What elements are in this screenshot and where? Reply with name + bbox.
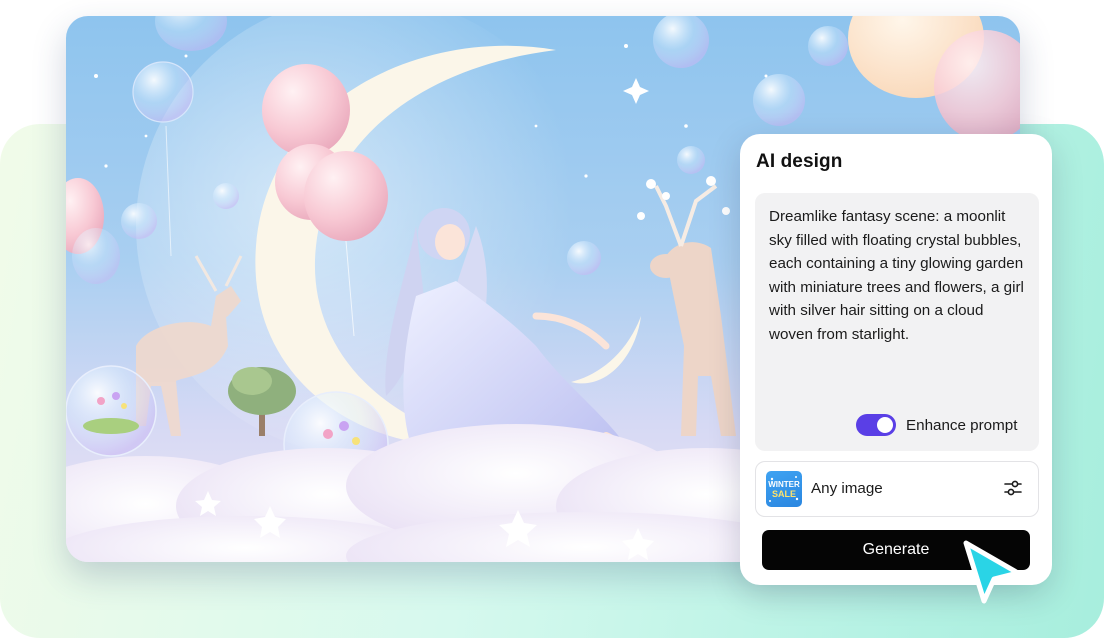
reference-thumbnail: WINTER SALE	[766, 471, 802, 507]
thumbnail-text-line-1: WINTER	[768, 480, 800, 489]
enhance-prompt-label: Enhance prompt	[906, 416, 1018, 434]
thumbnail-text-line-2: SALE	[772, 489, 796, 499]
cursor-icon	[963, 540, 1021, 604]
panel-title: AI design	[756, 151, 843, 172]
ai-design-panel: AI design Dreamlike fantasy scene: a moo…	[740, 134, 1052, 585]
enhance-prompt-toggle[interactable]	[856, 414, 896, 436]
reference-image-selector[interactable]: WINTER SALE Any image	[755, 461, 1039, 517]
reference-image-label: Any image	[811, 480, 883, 497]
sliders-icon[interactable]	[1004, 479, 1022, 497]
toggle-knob	[877, 417, 893, 433]
winter-sale-thumbnail-icon: WINTER SALE	[768, 476, 800, 502]
prompt-text[interactable]: Dreamlike fantasy scene: a moonlit sky f…	[769, 205, 1031, 347]
prompt-input[interactable]: Dreamlike fantasy scene: a moonlit sky f…	[755, 193, 1039, 451]
enhance-prompt-row: Enhance prompt	[856, 413, 1017, 437]
